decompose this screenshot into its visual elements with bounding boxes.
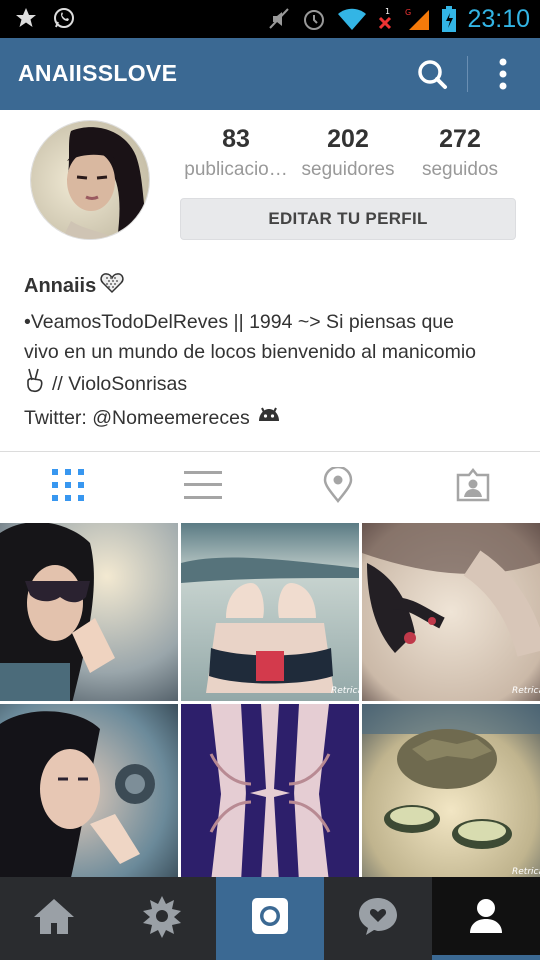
photo-thumbnail[interactable]: Retrica xyxy=(181,523,359,701)
watermark-text: Retrica xyxy=(331,686,359,696)
clock: 23:10 xyxy=(467,5,530,33)
wifi-icon xyxy=(337,6,367,32)
bio-line: vivo en un mundo de locos bienvenido al … xyxy=(24,340,477,363)
bio-line-row: // VioloSonrisas xyxy=(24,367,524,403)
watermark-text: Retrica xyxy=(512,867,540,877)
bio-line[interactable]: Twitter: @Nomeemereces xyxy=(24,404,250,434)
camera-icon xyxy=(250,896,290,941)
photo-thumbnail[interactable]: Retrica xyxy=(362,704,540,882)
svg-text:G: G xyxy=(405,8,411,17)
posts-label: publicacio… xyxy=(184,159,288,180)
status-bar: 1 G 23:10 xyxy=(0,0,540,38)
posts-count: 83 xyxy=(222,125,250,153)
search-icon[interactable] xyxy=(412,54,452,94)
android-emoji-icon xyxy=(256,403,282,435)
following-count: 272 xyxy=(439,125,481,153)
nav-activity[interactable] xyxy=(324,877,432,960)
no-signal-icon: 1 xyxy=(377,6,395,32)
avatar[interactable] xyxy=(30,120,150,240)
bottom-nav xyxy=(0,877,540,960)
bio-line-row: Twitter: @Nomeemereces xyxy=(24,403,524,435)
followers-stat[interactable]: 202 seguidores xyxy=(289,124,407,181)
signal-icon: G xyxy=(405,6,431,32)
watermark-text: Retrica xyxy=(512,686,540,696)
explore-icon xyxy=(140,894,184,943)
bio-line: // VioloSonrisas xyxy=(52,373,188,395)
tagged-photos-icon xyxy=(455,467,491,508)
photo-thumbnail[interactable] xyxy=(0,523,178,701)
activity-heart-icon xyxy=(357,896,399,941)
nav-profile[interactable] xyxy=(432,877,540,960)
username-title: ANAIISSLOVE xyxy=(18,60,178,86)
app-bar: ANAIISSLOVE xyxy=(0,38,540,110)
bio-name-row: Annaiis xyxy=(24,272,524,300)
overflow-menu-icon[interactable] xyxy=(488,54,518,94)
profile-icon xyxy=(468,897,504,940)
nav-home[interactable] xyxy=(0,877,108,960)
posts-stat[interactable]: 83 publicacio… xyxy=(177,124,295,181)
bio-text: •VeamosTodoDelReves || 1994 ~> Si piensa… xyxy=(24,308,524,434)
photo-grid: Retrica Retrica xyxy=(0,523,540,882)
tab-map[interactable] xyxy=(270,452,405,522)
following-stat[interactable]: 272 seguidos xyxy=(401,124,519,181)
edit-profile-button[interactable]: EDITAR TU PERFIL xyxy=(180,198,516,240)
nav-explore[interactable] xyxy=(108,877,216,960)
app-bar-divider xyxy=(467,56,468,92)
nav-camera[interactable] xyxy=(216,877,324,960)
victory-hand-emoji-icon xyxy=(24,367,46,403)
profile-name: Annaiis xyxy=(24,274,97,297)
tab-list[interactable] xyxy=(135,452,270,522)
tab-tagged[interactable] xyxy=(405,452,540,522)
bio: Annaiis •VeamosTodoDelReves || 1994 ~> S… xyxy=(24,272,524,434)
following-label: seguidos xyxy=(421,159,499,180)
heart-emoji-icon xyxy=(100,272,124,300)
battery-icon xyxy=(441,5,457,33)
svg-text:1: 1 xyxy=(385,7,390,16)
bio-line: •VeamosTodoDelReves || 1994 ~> Si piensa… xyxy=(24,311,454,333)
photo-thumbnail[interactable] xyxy=(181,704,359,882)
photo-thumbnail[interactable]: Retrica xyxy=(362,523,540,701)
tab-grid[interactable] xyxy=(0,452,135,522)
photo-thumbnail[interactable] xyxy=(0,704,178,882)
followers-label: seguidores xyxy=(301,159,395,180)
mute-icon xyxy=(267,6,291,32)
followers-count: 202 xyxy=(327,125,369,153)
grid-view-icon xyxy=(51,468,85,507)
whatsapp-icon xyxy=(52,6,76,30)
home-icon xyxy=(32,896,76,941)
list-view-icon xyxy=(183,469,222,506)
profile-tabs xyxy=(0,452,540,522)
alarm-icon xyxy=(301,6,327,32)
map-pin-icon xyxy=(322,465,354,508)
star-icon xyxy=(14,6,38,30)
